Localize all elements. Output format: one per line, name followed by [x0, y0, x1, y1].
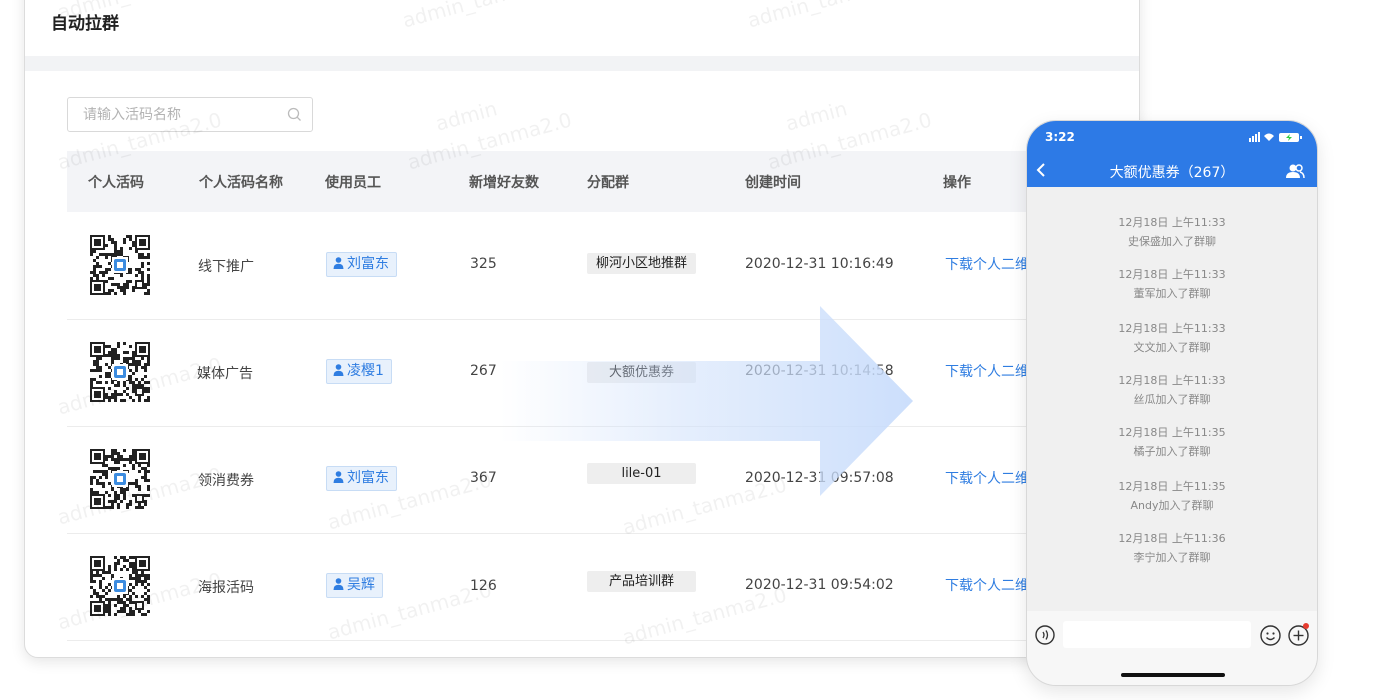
employee-tag[interactable]: 凌樱1 [326, 359, 392, 384]
system-message: 12月18日 上午11:36 李宁加入了群聊 [1118, 532, 1226, 564]
system-message: 12月18日 上午11:35 Andy加入了群聊 [1118, 480, 1226, 512]
table-row: 海报活码 吴辉 126 产品培训群 2020-12-31 09:54:02 下载… [67, 533, 1139, 641]
phone-mockup: 3:22 大额优惠券（267） 12月18日 上午11:33 史保盛加入了群聊 1… [1026, 120, 1318, 686]
qr-code-icon [89, 555, 151, 617]
employee-tag[interactable]: 吴辉 [326, 573, 383, 598]
column-header: 创建时间 [745, 175, 801, 191]
home-indicator [1121, 673, 1225, 677]
system-message: 12月18日 上午11:33 丝瓜加入了群聊 [1118, 374, 1226, 406]
search-box [67, 97, 313, 132]
table-row: 领消费券 刘富东 367 lile-01 2020-12-31 09:57:08… [67, 426, 1139, 534]
person-icon [333, 257, 344, 269]
admin-panel: 自动拉群 个人活码 个人活码名称 使用员工 新增好友数 分配群 创建时间 操作 … [24, 0, 1140, 658]
content-area: 个人活码 个人活码名称 使用员工 新增好友数 分配群 创建时间 操作 线下推广 … [41, 71, 1139, 657]
column-header: 个人活码 [88, 175, 144, 191]
group-tag: 柳河小区地推群 [587, 253, 696, 274]
employee-tag[interactable]: 刘富东 [326, 252, 397, 277]
download-qr-link[interactable]: 下载个人二维 [945, 575, 1029, 595]
download-qr-link[interactable]: 下载个人二维 [945, 361, 1029, 381]
column-header: 使用员工 [325, 175, 381, 191]
download-qr-link[interactable]: 下载个人二维 [945, 468, 1029, 488]
table-row: 媒体广告 凌樱1 267 大额优惠券 2020-12-31 10:14:58 下… [67, 319, 1139, 427]
qr-code-icon [89, 234, 151, 296]
new-friends-count: 325 [470, 256, 497, 272]
created-time: 2020-12-31 10:14:58 [745, 363, 894, 379]
download-qr-link[interactable]: 下载个人二维 [945, 254, 1029, 274]
employee-name: 吴辉 [347, 577, 375, 593]
watermark-text: admin_tanma2.0 [400, 0, 569, 32]
message-input[interactable] [1063, 621, 1251, 648]
employee-name: 刘富东 [347, 470, 389, 486]
members-icon[interactable] [1285, 163, 1305, 179]
person-icon [333, 471, 344, 483]
search-icon[interactable] [287, 107, 302, 122]
employee-tag[interactable]: 刘富东 [326, 466, 397, 491]
group-tag: lile-01 [587, 463, 696, 484]
table-row: 线下推广 刘富东 325 柳河小区地推群 2020-12-31 10:16:49… [67, 212, 1139, 320]
system-message: 12月18日 上午11:35 橘子加入了群聊 [1118, 426, 1226, 458]
person-icon [333, 364, 344, 376]
new-friends-count: 367 [470, 470, 497, 486]
system-message: 12月18日 上午11:33 董军加入了群聊 [1118, 268, 1226, 300]
qr-code-icon [89, 448, 151, 510]
code-name: 媒体广告 [197, 366, 253, 382]
chat-title: 大额优惠券（267） [1109, 165, 1235, 181]
page-title: 自动拉群 [51, 14, 119, 34]
system-message: 12月18日 上午11:33 史保盛加入了群聊 [1118, 216, 1226, 248]
created-time: 2020-12-31 09:54:02 [745, 577, 894, 593]
person-icon [333, 578, 344, 590]
system-message: 12月18日 上午11:33 文文加入了群聊 [1118, 322, 1226, 354]
watermark-text: admin_tanma2.0 [745, 0, 914, 32]
created-time: 2020-12-31 09:57:08 [745, 470, 894, 486]
status-time: 3:22 [1045, 130, 1075, 144]
employee-name: 刘富东 [347, 256, 389, 272]
created-time: 2020-12-31 10:16:49 [745, 256, 894, 272]
group-tag: 大额优惠券 [587, 362, 696, 383]
column-header: 个人活码名称 [199, 175, 283, 191]
column-header: 分配群 [587, 175, 629, 191]
search-input[interactable] [68, 98, 283, 131]
new-friends-count: 267 [470, 363, 497, 379]
table-header: 个人活码 个人活码名称 使用员工 新增好友数 分配群 创建时间 操作 [67, 151, 1139, 212]
group-tag: 产品培训群 [587, 571, 696, 592]
column-header: 新增好友数 [469, 175, 539, 191]
code-name: 线下推广 [198, 259, 254, 275]
voice-icon[interactable] [1035, 625, 1055, 645]
status-bar-icons [1249, 132, 1302, 142]
code-name: 海报活码 [198, 580, 254, 596]
column-header: 操作 [943, 175, 971, 191]
divider [25, 56, 1139, 71]
employee-name: 凌樱1 [347, 363, 384, 379]
code-name: 领消费券 [198, 473, 254, 489]
emoji-icon[interactable] [1260, 625, 1281, 646]
new-friends-count: 126 [470, 578, 497, 594]
notification-dot [1303, 623, 1309, 629]
qr-code-icon [89, 341, 151, 403]
chat-header: 3:22 大额优惠券（267） [1027, 121, 1317, 187]
